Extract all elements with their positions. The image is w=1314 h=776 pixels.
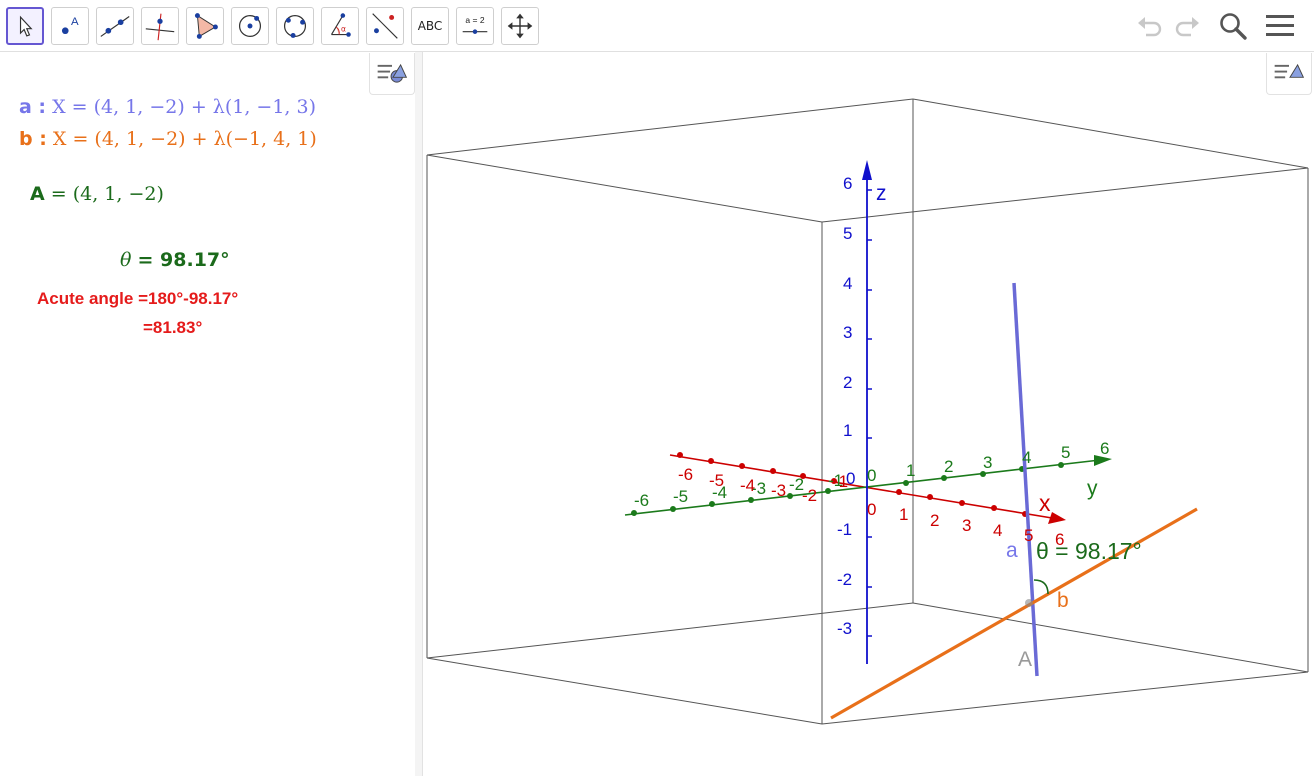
y-tick-5: 5	[1061, 443, 1071, 462]
undo-button[interactable]	[1134, 10, 1166, 42]
circle-tool-button[interactable]	[231, 7, 269, 45]
point-tool-letter: A	[71, 16, 79, 28]
x-tick-neg2: -2	[802, 486, 818, 505]
line-a-definition[interactable]: a : X = (4, 1, −2) + λ(1, −1, 3)	[19, 96, 316, 118]
y-tick-0: 0	[867, 466, 877, 485]
x-tick-3: 3	[962, 516, 972, 535]
graphics-3d-canvas	[426, 98, 1309, 725]
y-tick-1: 1	[906, 461, 916, 480]
reflect-tool-button[interactable]	[366, 7, 404, 45]
perpendicular-line-tool-button[interactable]	[141, 7, 179, 45]
graphics-3d-view[interactable]: 6 5 4 3 2 1 0 -1 -2 -3 z -6 -5 -4 -3 -2 …	[423, 52, 1314, 776]
line-b-3d-label: b	[1057, 589, 1069, 612]
angle-theta-arc[interactable]	[1033, 579, 1049, 595]
conic-tool-button[interactable]	[276, 7, 314, 45]
z-axis-label: z	[876, 182, 887, 205]
x-tick-neg6: -6	[678, 465, 694, 484]
angle-theta-value: = 98.17°	[137, 249, 230, 271]
search-button[interactable]	[1217, 10, 1249, 42]
line-through-points-icon	[100, 16, 130, 37]
text-tool-label: ABC	[417, 19, 443, 33]
x-tick-1: 1	[899, 505, 909, 524]
x-tick-2: 2	[930, 511, 940, 530]
slider-icon: a = 2	[462, 15, 488, 34]
line-b-label: b :	[19, 128, 47, 150]
perpendicular-line-icon	[145, 13, 175, 41]
point-A-label: A	[30, 183, 45, 205]
algebra-view: a : X = (4, 1, −2) + λ(1, −1, 3) b : X =…	[0, 52, 416, 776]
angle-icon: α	[330, 13, 351, 37]
move-cross-arrows-icon	[507, 13, 533, 39]
angle-tool-button[interactable]: α	[321, 7, 359, 45]
z-tick-6: 6	[843, 174, 853, 193]
z-tick-neg1: -1	[837, 520, 853, 539]
view-divider[interactable]	[415, 52, 423, 776]
undo-icon	[1138, 17, 1162, 37]
line-a-equation: X = (4, 1, −2) + λ(1, −1, 3)	[52, 96, 316, 118]
redo-icon	[1175, 17, 1199, 37]
line-a[interactable]	[1012, 282, 1039, 677]
acute-angle-note-line2: =81.83°	[143, 318, 203, 337]
search-icon	[1220, 13, 1247, 40]
x-axis-label: x	[1039, 490, 1051, 516]
angle-theta-definition[interactable]: θ = 98.17°	[120, 249, 230, 271]
point-A[interactable]	[1025, 599, 1033, 607]
text-tool-button[interactable]: ABC	[411, 7, 449, 45]
z-axis	[862, 160, 872, 664]
x-tick-4: 4	[993, 521, 1003, 540]
z-tick-1: 1	[843, 421, 853, 440]
y-tick-4: 4	[1022, 448, 1032, 467]
line-a-label: a :	[19, 96, 47, 118]
y-tick-2: 2	[944, 457, 954, 476]
angle-theta-3d-label: θ = 98.17°	[1036, 538, 1142, 564]
point-icon: A	[61, 16, 79, 35]
line-b-equation: X = (4, 1, −2) + λ(−1, 4, 1)	[52, 128, 317, 150]
z-tick-neg3: -3	[837, 619, 853, 638]
menu-icon	[1266, 15, 1294, 36]
move-graphics-tool-button[interactable]	[501, 7, 539, 45]
polygon-icon	[194, 13, 218, 39]
line-tool-button[interactable]	[96, 7, 134, 45]
algebra-style-bar-toggle[interactable]	[369, 53, 415, 95]
point-A-definition[interactable]: A = (4, 1, −2)	[30, 183, 164, 205]
circle-icon	[238, 14, 262, 38]
z-tick-3: 3	[843, 323, 853, 342]
x-tick-neg4: -4	[740, 476, 756, 495]
svg-text:α: α	[341, 25, 346, 34]
graphics-style-bar-toggle[interactable]	[1266, 53, 1312, 95]
y-tick-6: 6	[1100, 439, 1110, 458]
y-axis-label: y	[1087, 477, 1098, 500]
main-menu-button[interactable]	[1264, 10, 1296, 42]
redo-button[interactable]	[1171, 10, 1203, 42]
toolbar: A α ABC a = 2	[0, 0, 1314, 52]
reflect-about-line-icon	[372, 13, 398, 39]
z-tick-5: 5	[843, 224, 853, 243]
z-tick-2: 2	[843, 373, 853, 392]
x-tick-neg1: -1	[833, 472, 849, 491]
x-tick-neg3: -3	[771, 481, 787, 500]
style-bar-icon	[377, 63, 408, 83]
circle-through-points-icon	[283, 14, 307, 38]
y-tick-neg6: -6	[634, 491, 650, 510]
y-tick-3: 3	[983, 453, 993, 472]
z-tick-4: 4	[843, 274, 853, 293]
cursor-arrow-icon	[19, 15, 33, 37]
x-tick-5: 5	[1024, 526, 1034, 545]
z-tick-neg2: -2	[837, 570, 853, 589]
line-a-3d-label: a	[1006, 539, 1018, 562]
acute-angle-note-line1: Acute angle =180°-98.17°	[37, 289, 239, 308]
polygon-tool-button[interactable]	[186, 7, 224, 45]
style-bar-icon	[1274, 63, 1305, 79]
slider-tool-label: a = 2	[465, 15, 484, 25]
slider-tool-button[interactable]: a = 2	[456, 7, 494, 45]
x-tick-0: 0	[867, 500, 877, 519]
angle-theta-label: θ	[120, 249, 132, 271]
line-b-definition[interactable]: b : X = (4, 1, −2) + λ(−1, 4, 1)	[19, 128, 317, 150]
move-tool-button[interactable]	[6, 7, 44, 45]
point-tool-button[interactable]: A	[51, 7, 89, 45]
point-A-value: = (4, 1, −2)	[50, 183, 164, 205]
x-tick-neg5: -5	[709, 471, 725, 490]
y-tick-neg5: -5	[673, 487, 689, 506]
point-A-3d-label: A	[1018, 648, 1033, 671]
